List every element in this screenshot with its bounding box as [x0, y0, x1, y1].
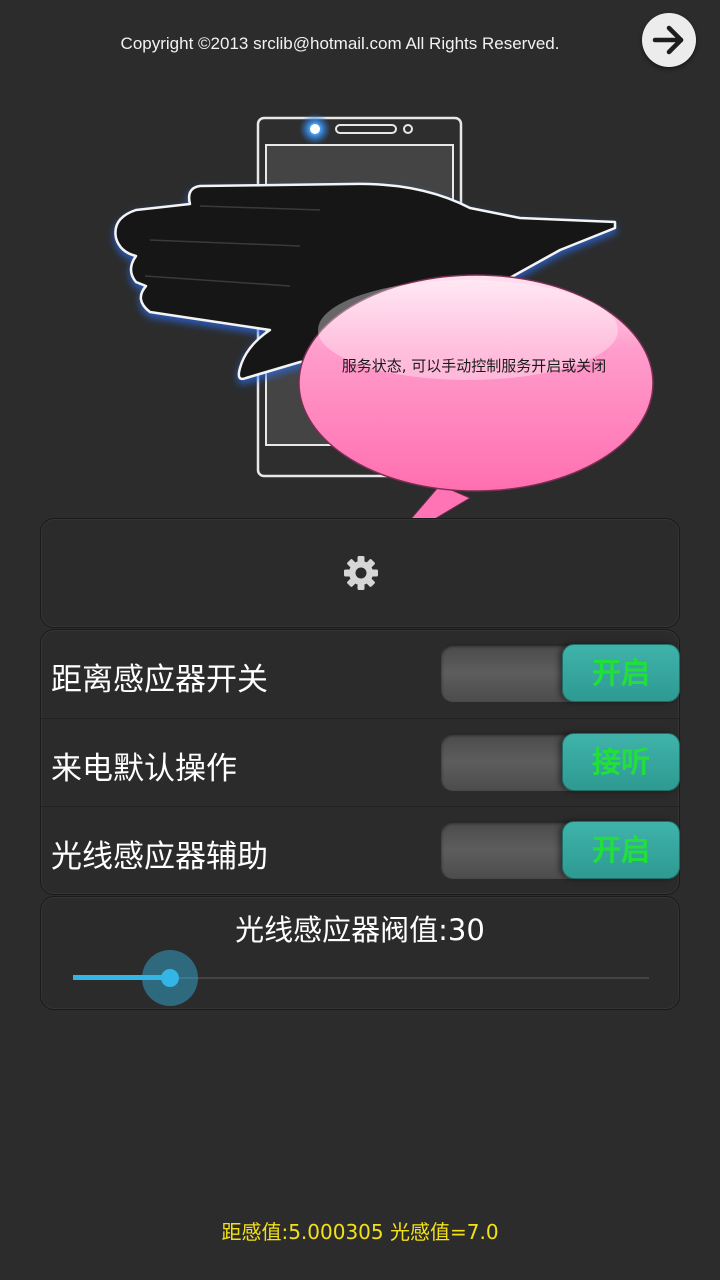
slider-thumb[interactable] — [160, 969, 179, 987]
option-label: 光线感应器辅助 — [51, 839, 268, 875]
option-row-incoming-call: 来电默认操作 接听 — [41, 718, 680, 807]
arrow-right-icon — [652, 25, 684, 55]
toggle-knob[interactable]: 接听 — [562, 733, 680, 791]
option-row-light-sensor-assist: 光线感应器辅助 开启 — [41, 806, 680, 895]
next-button[interactable] — [642, 13, 696, 67]
light-sensor-assist-toggle[interactable]: 开启 — [441, 821, 680, 879]
copyright-text: Copyright ©2013 srclib@hotmail.com All R… — [120, 34, 560, 53]
hand-over-phone-illustration — [0, 100, 720, 560]
app-screen: Copyright ©2013 srclib@hotmail.com All R… — [0, 0, 720, 1280]
option-label: 距离感应器开关 — [51, 662, 268, 698]
proximity-switch-toggle[interactable]: 开启 — [441, 644, 680, 702]
gear-icon[interactable] — [341, 553, 381, 593]
light-threshold-panel: 光线感应器阀值:30 — [40, 896, 680, 1010]
incoming-call-toggle[interactable]: 接听 — [441, 733, 680, 791]
option-label: 来电默认操作 — [51, 751, 237, 787]
options-panel: 距离感应器开关 开启 来电默认操作 接听 光线感应器辅助 开启 — [40, 629, 680, 895]
service-status-panel[interactable] — [40, 518, 680, 628]
toggle-knob[interactable]: 开启 — [562, 821, 680, 879]
sensor-readout: 距感值:5.000305 光感值=7.0 — [221, 1220, 499, 1244]
threshold-label-text: 光线感应器阀值:30 — [235, 913, 485, 947]
threshold-label: 光线感应器阀值:30 — [41, 907, 679, 949]
toggle-knob[interactable]: 开启 — [562, 644, 680, 702]
tooltip-bubble-text: 服务状态, 可以手动控制服务开启或关闭 — [341, 357, 607, 375]
option-row-proximity-switch: 距离感应器开关 开启 — [41, 630, 680, 718]
